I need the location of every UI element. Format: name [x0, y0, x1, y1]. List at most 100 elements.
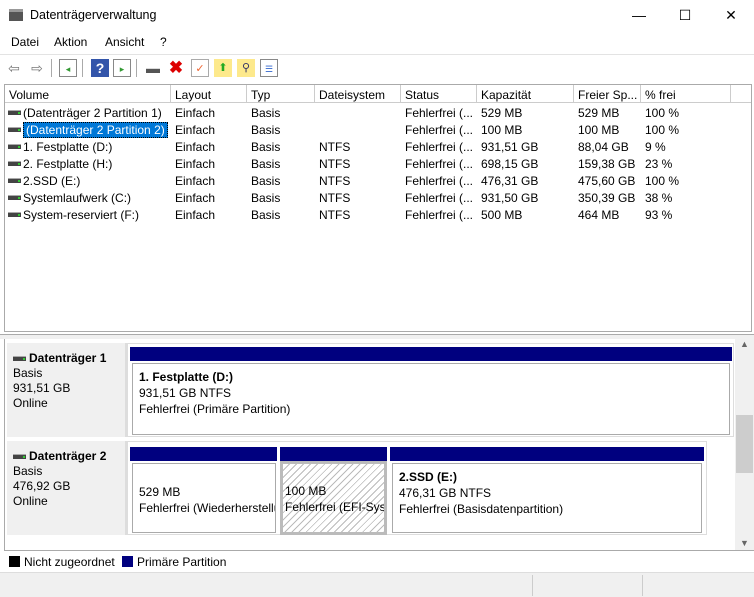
refresh-icon[interactable]: ⬆	[214, 59, 232, 77]
forward-icon[interactable]: ⇨	[28, 59, 46, 77]
legend-swatch-primary	[122, 556, 133, 567]
scroll-down-icon[interactable]: ▼	[735, 538, 754, 548]
disk-2-label[interactable]: Datenträger 2 Basis 476,92 GB Online	[7, 441, 127, 535]
column-header-kapazitaet[interactable]: Kapazität	[477, 85, 574, 103]
window-title: Datenträgerverwaltung	[30, 8, 157, 22]
partition-size: 476,31 GB NTFS	[399, 486, 492, 500]
scroll-up-icon[interactable]: ▲	[735, 339, 754, 349]
cell-2: Basis	[251, 106, 281, 120]
disk-management-app-icon	[9, 9, 23, 21]
legend: Nicht zugeordnet Primäre Partition	[4, 550, 754, 571]
cell-2: Basis	[251, 140, 281, 154]
volume-icon	[8, 195, 21, 200]
column-header-status[interactable]: Status	[401, 85, 477, 103]
cell-4: Fehlerfrei (...	[405, 174, 474, 188]
menu-datei[interactable]: Datei	[11, 35, 39, 49]
cell-0: 2.SSD (E:)	[23, 174, 81, 188]
disk-icon	[13, 454, 26, 460]
toolbar: ⇦ ⇨ ◂ ? ▸ ▬ ✖ ✓ ⬆ ⚲ ☰	[0, 54, 754, 80]
cell-4: Fehlerfrei (...	[405, 191, 474, 205]
cell-5: 529 MB	[481, 106, 523, 120]
disk-size: 476,92 GB	[13, 479, 71, 493]
partition-status: Fehlerfrei (Primäre Partition)	[139, 402, 291, 416]
volume-row[interactable]: 1. Festplatte (D:) Einfach Basis NTFS Fehler…	[5, 138, 751, 155]
cell-0: Systemlaufwerk (C:)	[23, 191, 132, 205]
partition-title: 1. Festplatte (D:)	[139, 370, 234, 384]
partition-ssd-e[interactable]: 2.SSD (E:) 476,31 GB NTFS Fehlerfrei (Ba…	[392, 463, 702, 533]
disk-1-label[interactable]: Datenträger 1 Basis 931,51 GB Online	[7, 343, 127, 437]
cell-6: 475,60 GB	[578, 174, 636, 188]
help-icon[interactable]: ?	[91, 59, 109, 77]
action-pane-icon[interactable]: ▸	[113, 59, 131, 77]
cell-5: 931,50 GB	[481, 191, 539, 205]
disk-size: 931,51 GB	[13, 381, 71, 395]
cell-3: NTFS	[319, 157, 351, 171]
cell-7: 9 %	[645, 140, 666, 154]
cell-2: Basis	[251, 123, 281, 137]
cell-7: 100 %	[645, 106, 680, 120]
menu-bar: Datei Aktion Ansicht ?	[0, 32, 754, 52]
disk-graphical-view: Datenträger 1 Basis 931,51 GB Online 1. …	[4, 339, 735, 550]
disk-name: Datenträger 2	[29, 449, 107, 463]
cell-1: Einfach	[175, 123, 216, 137]
close-button[interactable]: ✕	[708, 0, 754, 32]
connect-disk-icon[interactable]: ▬	[144, 59, 162, 77]
volume-icon	[8, 127, 21, 132]
cell-5: 698,15 GB	[481, 157, 539, 171]
cell-1: Einfach	[175, 191, 216, 205]
vertical-scrollbar[interactable]: ▲ ▼	[735, 339, 754, 550]
properties-icon[interactable]: ✓	[191, 59, 209, 77]
disk-icon	[13, 356, 26, 362]
legend-label-unallocated: Nicht zugeordnet	[24, 555, 115, 569]
minimize-button[interactable]: —	[616, 0, 662, 32]
cell-5: 100 MB	[481, 123, 523, 137]
partition-status: Fehlerfrei (Wiederherstellu	[139, 501, 276, 515]
menu-aktion[interactable]: Aktion	[54, 35, 87, 49]
title-bar: Datenträgerverwaltung — ☐ ✕	[0, 0, 754, 32]
partition-festplatte-d[interactable]: 1. Festplatte (D:) 931,51 GB NTFS Fehler…	[132, 363, 730, 435]
partition-title: 2.SSD (E:)	[399, 470, 458, 484]
maximize-button[interactable]: ☐	[662, 0, 708, 32]
volume-row[interactable]: System-reserviert (F:) Einfach Basis NTFS Fe…	[5, 206, 751, 223]
column-header-dateisystem[interactable]: Dateisystem	[315, 85, 401, 103]
cell-7: 93 %	[645, 208, 673, 222]
cell-3: NTFS	[319, 208, 351, 222]
cell-6: 529 MB	[578, 106, 620, 120]
column-header-layout[interactable]: Layout	[171, 85, 247, 103]
partition-recovery[interactable]: 529 MB Fehlerfrei (Wiederherstellu	[132, 463, 276, 533]
cell-4: Fehlerfrei (...	[405, 208, 474, 222]
menu-help[interactable]: ?	[160, 35, 167, 49]
cell-7: 38 %	[645, 191, 673, 205]
partition-size: 931,51 GB NTFS	[139, 386, 232, 400]
volume-icon	[8, 178, 21, 183]
partition-efi-selected[interactable]: 100 MB Fehlerfrei (EFI-Sys	[280, 461, 387, 535]
volume-row[interactable]: Systemlaufwerk (C:) Einfach Basis NTFS Fehle…	[5, 189, 751, 206]
legend-swatch-unallocated	[9, 556, 20, 567]
delete-icon[interactable]: ✖	[167, 59, 185, 77]
volume-icon	[8, 144, 21, 149]
settings-list-icon[interactable]: ☰	[260, 59, 278, 77]
cell-0: (Datenträger 2 Partition 1)	[23, 106, 162, 120]
cell-6: 159,38 GB	[578, 157, 636, 171]
column-header-freier-speicher[interactable]: Freier Sp...	[574, 85, 641, 103]
console-tree-icon[interactable]: ◂	[59, 59, 77, 77]
column-header-volume[interactable]: Volume	[5, 85, 171, 103]
cell-1: Einfach	[175, 106, 216, 120]
volume-row[interactable]: 2.SSD (E:) Einfach Basis NTFS Fehlerfrei (..…	[5, 172, 751, 189]
volume-row[interactable]: (Datenträger 2 Partition 2) Einfach Basis F…	[5, 121, 751, 138]
volume-row[interactable]: 2. Festplatte (H:) Einfach Basis NTFS Fehler…	[5, 155, 751, 172]
volume-row[interactable]: (Datenträger 2 Partition 1) Einfach Basis F…	[5, 104, 751, 121]
rescan-icon[interactable]: ⚲	[237, 59, 255, 77]
column-header-prozent-frei[interactable]: % frei	[641, 85, 731, 103]
disk-state: Online	[13, 396, 48, 410]
column-header-typ[interactable]: Typ	[247, 85, 315, 103]
cell-5: 476,31 GB	[481, 174, 539, 188]
scrollbar-thumb[interactable]	[736, 415, 753, 473]
cell-2: Basis	[251, 208, 281, 222]
menu-ansicht[interactable]: Ansicht	[105, 35, 144, 49]
cell-1: Einfach	[175, 157, 216, 171]
cell-0: 1. Festplatte (D:)	[23, 140, 113, 154]
disk-type: Basis	[13, 464, 43, 478]
back-icon[interactable]: ⇦	[5, 59, 23, 77]
cell-4: Fehlerfrei (...	[405, 106, 474, 120]
